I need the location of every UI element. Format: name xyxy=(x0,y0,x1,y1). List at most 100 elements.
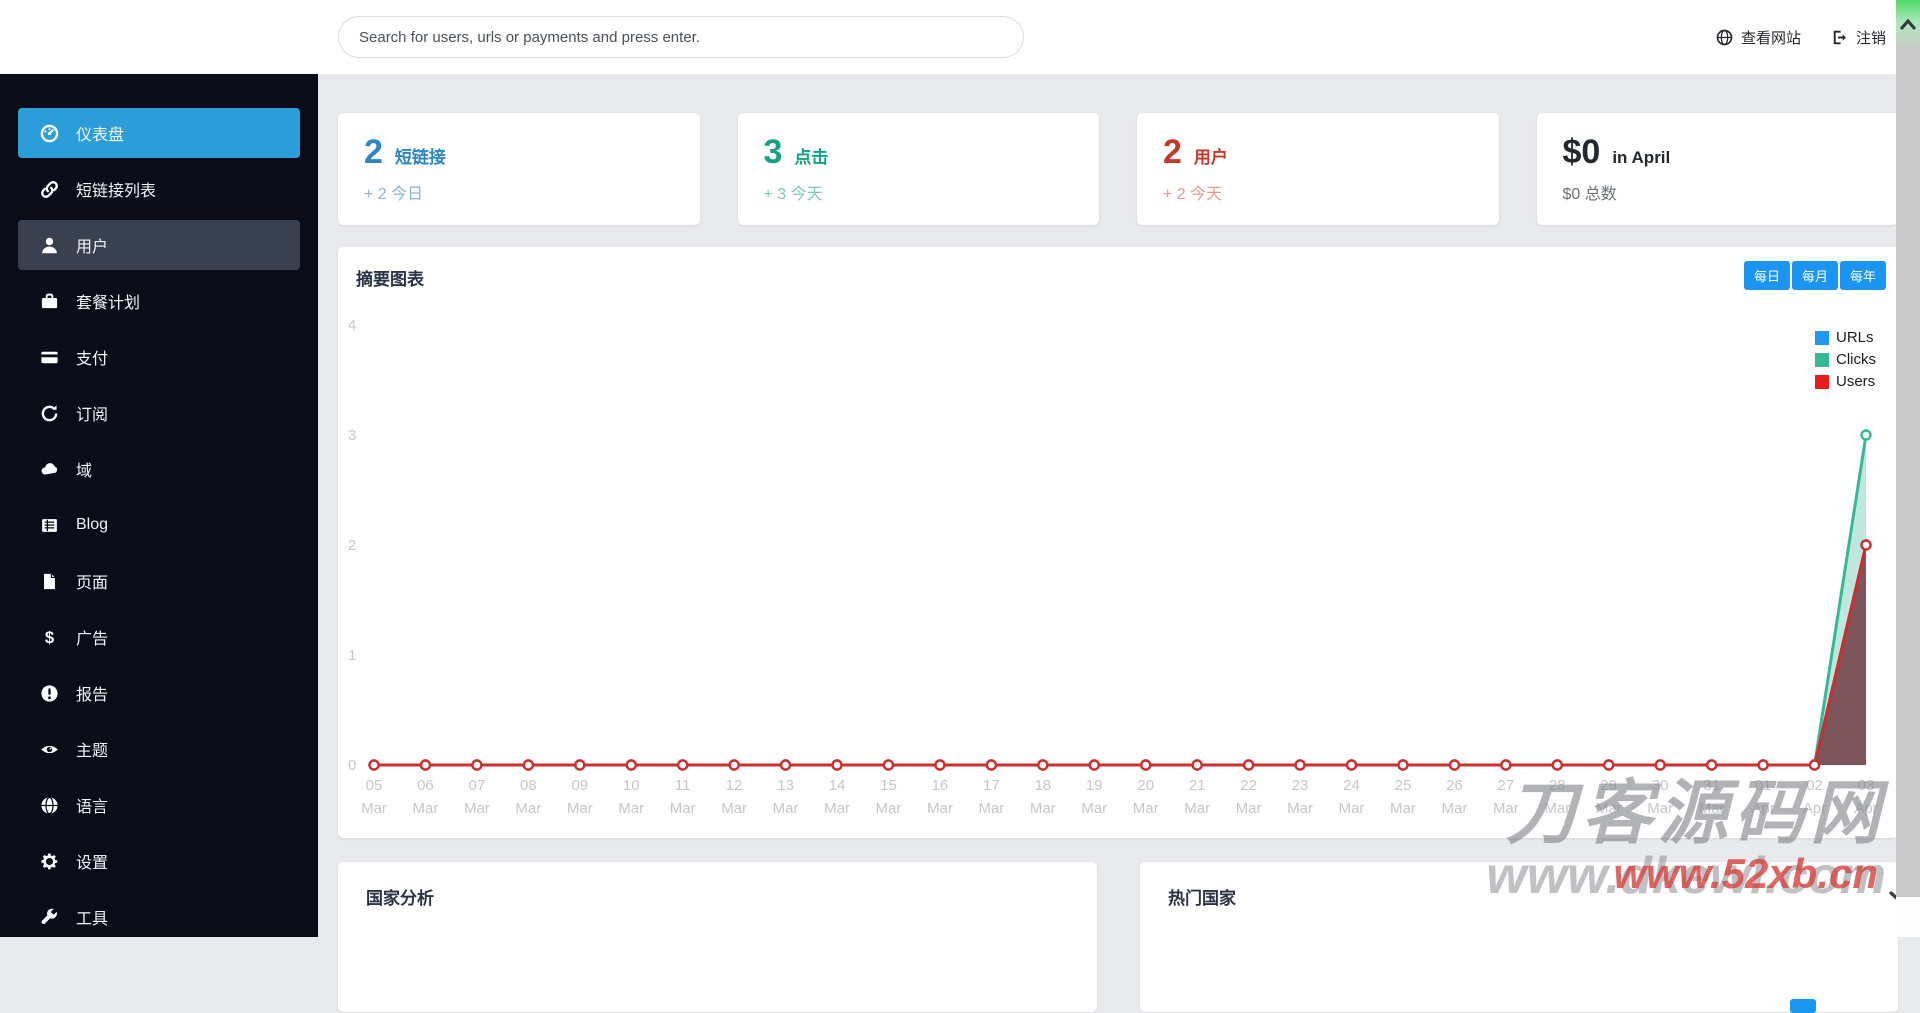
sidebar-item-label: 支付 xyxy=(76,351,109,368)
svg-text:Mar: Mar xyxy=(1441,800,1467,817)
sidebar-item-dashboard[interactable]: 仪表盘 xyxy=(18,108,300,158)
stat-card-0: 2 短链接 + 2 今日 xyxy=(338,113,700,225)
svg-text:20: 20 xyxy=(1137,777,1154,794)
svg-text:01: 01 xyxy=(1755,777,1772,794)
svg-text:0: 0 xyxy=(348,757,356,774)
sign-out-icon xyxy=(1831,29,1848,46)
sidebar-item-link[interactable]: 短链接列表 xyxy=(18,164,300,214)
svg-text:1: 1 xyxy=(348,647,356,664)
svg-text:11: 11 xyxy=(675,777,691,794)
scrollbar-up-button[interactable] xyxy=(1896,0,1920,50)
sidebar-item-gear[interactable]: 设置 xyxy=(18,836,300,886)
sidebar-item-dollar[interactable]: $ 广告 xyxy=(18,612,300,662)
svg-text:Mar: Mar xyxy=(876,800,902,817)
link-icon xyxy=(38,180,60,198)
view-site-label: 查看网站 xyxy=(1740,29,1801,47)
svg-text:Mar: Mar xyxy=(773,800,799,817)
stat-value: 2 xyxy=(364,133,383,171)
svg-text:22: 22 xyxy=(1240,777,1257,794)
file-icon xyxy=(38,572,60,590)
svg-text:27: 27 xyxy=(1498,777,1515,794)
briefcase-icon xyxy=(38,292,60,310)
svg-text:07: 07 xyxy=(469,777,486,794)
stat-value: 3 xyxy=(763,133,783,171)
stat-sub: + 2 今日 xyxy=(364,186,424,203)
svg-text:02: 02 xyxy=(1806,777,1823,794)
sidebar-item-label: Blog xyxy=(76,516,109,533)
svg-text:13: 13 xyxy=(777,777,794,794)
svg-text:Mar: Mar xyxy=(1081,800,1107,817)
stat-label: in April xyxy=(1612,148,1671,167)
wrench-icon xyxy=(38,908,60,926)
stat-label: 用户 xyxy=(1193,148,1228,167)
svg-text:Mar: Mar xyxy=(1287,800,1313,817)
svg-text:4: 4 xyxy=(348,317,356,334)
svg-text:19: 19 xyxy=(1086,777,1103,794)
sidebar-item-label: 订阅 xyxy=(76,407,109,424)
sidebar-item-file[interactable]: 页面 xyxy=(18,556,300,606)
scrollbar[interactable] xyxy=(1896,0,1920,937)
sidebar-item-label: 报告 xyxy=(76,687,109,704)
summary-chart-card: 摘要图表 每日 每月 每年 URLs Clicks Users 4 3 2 1 0 05 Mar 06… xyxy=(338,247,1898,838)
sidebar-item-label: 广告 xyxy=(76,631,109,648)
svg-text:23: 23 xyxy=(1292,777,1309,794)
top-countries-card: 热门国家 xyxy=(1140,862,1898,1013)
range-button-group: 每日 每月 每年 xyxy=(1743,261,1886,290)
svg-text:Apr: Apr xyxy=(1854,800,1877,817)
sidebar-item-newspaper[interactable]: Blog xyxy=(18,500,300,550)
search-input[interactable] xyxy=(338,16,1024,58)
svg-text:08: 08 xyxy=(520,777,537,794)
main-content: 2 短链接 + 2 今日 3 点击 + 3 今天 2 用户 + 2 今天 $0 in April $0… xyxy=(318,74,1920,1013)
svg-text:Mar: Mar xyxy=(1339,800,1365,817)
svg-text:30: 30 xyxy=(1652,777,1669,794)
svg-text:Mar: Mar xyxy=(670,800,696,817)
topbar-links: 查看网站 注销 xyxy=(1716,0,1886,74)
svg-text:Apr: Apr xyxy=(1751,800,1774,817)
sidebar-item-label: 域 xyxy=(76,463,93,480)
range-button-1[interactable]: 每月 xyxy=(1791,261,1838,290)
range-button-0[interactable]: 每日 xyxy=(1743,261,1790,290)
svg-text:12: 12 xyxy=(726,777,743,794)
sidebar-item-globe[interactable]: 语言 xyxy=(18,780,300,830)
stat-label: 短链接 xyxy=(394,148,446,167)
sidebar-item-cloud[interactable]: 域 xyxy=(18,444,300,494)
cloud-icon xyxy=(38,460,60,478)
range-button-2[interactable]: 每年 xyxy=(1839,261,1886,290)
svg-text:18: 18 xyxy=(1034,777,1051,794)
stat-card-1: 3 点击 + 3 今天 xyxy=(737,113,1099,225)
sidebar-item-eye[interactable]: 主题 xyxy=(18,724,300,774)
scrollbar-down-button[interactable] xyxy=(1896,897,1920,937)
sidebar-item-credit-card[interactable]: 支付 xyxy=(18,332,300,382)
sidebar-item-refresh[interactable]: 订阅 xyxy=(18,388,300,438)
svg-text:26: 26 xyxy=(1446,777,1463,794)
svg-text:Mar: Mar xyxy=(515,800,541,817)
refresh-icon xyxy=(38,404,60,422)
view-site-link[interactable]: 查看网站 xyxy=(1716,27,1801,48)
svg-text:Mar: Mar xyxy=(1699,800,1725,817)
svg-text:Mar: Mar xyxy=(1184,800,1210,817)
logout-label: 注销 xyxy=(1855,29,1886,47)
sidebar-item-briefcase[interactable]: 套餐计划 xyxy=(18,276,300,326)
stat-sub: + 2 今天 xyxy=(1163,186,1223,203)
svg-text:Mar: Mar xyxy=(1493,800,1519,817)
svg-text:14: 14 xyxy=(829,777,846,794)
stat-sub: + 3 今天 xyxy=(763,186,823,203)
gear-icon xyxy=(38,852,60,870)
sidebar-item-user[interactable]: 用户 xyxy=(18,220,300,270)
svg-text:03: 03 xyxy=(1858,777,1875,794)
sidebar-item-label: 用户 xyxy=(76,239,109,256)
stats-row: 2 短链接 + 2 今日 3 点击 + 3 今天 2 用户 + 2 今天 $0 in April $0… xyxy=(338,113,1898,225)
svg-text:Mar: Mar xyxy=(361,800,387,817)
svg-text:Mar: Mar xyxy=(1596,800,1622,817)
sidebar-item-label: 设置 xyxy=(76,855,109,872)
sidebar-item-wrench[interactable]: 工具 xyxy=(18,892,300,942)
chart-series-Clicks xyxy=(368,429,1872,771)
svg-text:09: 09 xyxy=(571,777,588,794)
stat-value: 2 xyxy=(1163,133,1182,171)
logout-link[interactable]: 注销 xyxy=(1831,27,1886,48)
svg-text:Mar: Mar xyxy=(927,800,953,817)
svg-text:06: 06 xyxy=(417,777,434,794)
sidebar-item-label: 短链接列表 xyxy=(76,183,157,200)
sidebar-item-exclamation[interactable]: 报告 xyxy=(18,668,300,718)
topbar: 查看网站 注销 xyxy=(0,0,1920,74)
